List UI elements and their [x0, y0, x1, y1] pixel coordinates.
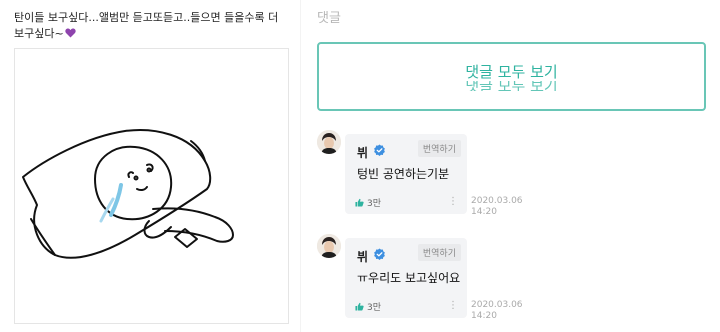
post-caption-line2: 보구싶다~ — [14, 27, 64, 40]
panel-divider — [300, 0, 301, 332]
avatar-portrait — [317, 130, 341, 154]
comment-date: 2020.03.06 — [471, 196, 523, 206]
comment-author[interactable]: 뷔 — [357, 144, 368, 161]
more-options-icon[interactable]: ⋮ — [448, 300, 458, 311]
like-button[interactable]: 3만 — [355, 196, 381, 209]
comments-heading: 댓글 — [317, 11, 341, 26]
comment-bubble: 뷔 번역하기 텅빈 공연하는기분 3만 ⋮ — [345, 134, 467, 214]
avatar[interactable] — [317, 234, 341, 258]
comment-bubble: 뷔 번역하기 ㅠ우리도 보고싶어요 3만 ⋮ — [345, 238, 467, 318]
view-all-comments-label: 댓글 모두 보기 — [465, 62, 558, 81]
avatar-portrait — [317, 234, 341, 258]
view-all-comments-button[interactable]: 댓글 모두 보기 댓글 모두 보기 — [317, 42, 706, 111]
avatar[interactable] — [317, 130, 341, 154]
comment-item: 뷔 번역하기 텅빈 공연하는기분 3만 ⋮ 2020.03.06 14:20 — [317, 130, 557, 220]
thumbs-up-icon — [355, 198, 364, 207]
comment-author[interactable]: 뷔 — [357, 248, 368, 265]
comment-time: 14:20 — [471, 311, 497, 321]
comment-time: 14:20 — [471, 207, 497, 217]
like-button[interactable]: 3만 — [355, 300, 381, 313]
verified-badge-icon — [374, 144, 385, 156]
comment-item: 뷔 번역하기 ㅠ우리도 보고싶어요 3만 ⋮ 2020.03.06 14:20 — [317, 234, 557, 324]
verified-badge-icon — [374, 248, 385, 260]
comment-timestamp: 2020.03.06 14:20 — [471, 300, 523, 322]
more-options-icon[interactable]: ⋮ — [448, 196, 458, 207]
post-caption: 탄이들 보구싶다...앨범만 듣고또듣고..들으면 들을수록 더 보구싶다~ — [14, 10, 294, 42]
comment-timestamp: 2020.03.06 14:20 — [471, 196, 523, 218]
comment-text: ㅠ우리도 보고싶어요 — [357, 271, 461, 285]
translate-button[interactable]: 번역하기 — [417, 244, 461, 261]
comment-text: 텅빈 공연하는기분 — [357, 167, 450, 181]
like-count: 3만 — [367, 199, 382, 209]
thumbs-up-icon — [355, 302, 364, 311]
post-illustration[interactable] — [14, 48, 289, 324]
post-caption-line1: 탄이들 보구싶다...앨범만 듣고또듣고..들으면 들을수록 더 — [14, 11, 279, 24]
like-count: 3만 — [367, 303, 382, 313]
comment-date: 2020.03.06 — [471, 300, 523, 310]
crying-character-drawing — [22, 129, 234, 259]
view-all-comments-label-ghost: 댓글 모두 보기 — [465, 80, 558, 91]
translate-button[interactable]: 번역하기 — [417, 140, 461, 157]
post-panel: 탄이들 보구싶다...앨범만 듣고또듣고..들으면 들을수록 더 보구싶다~ — [0, 0, 300, 332]
purple-heart-icon — [65, 28, 76, 38]
